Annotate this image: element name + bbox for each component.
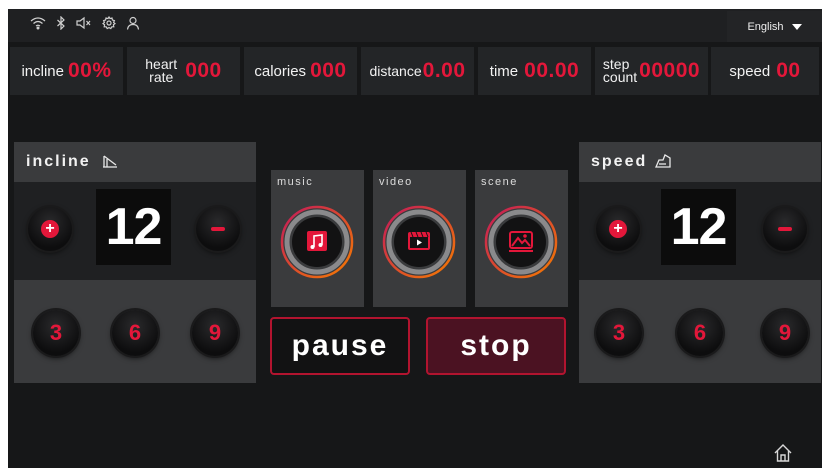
stat-label: heart rate bbox=[145, 56, 178, 85]
stat-distance: distance 0.00 bbox=[361, 47, 474, 95]
speed-value-display: 12 bbox=[661, 189, 736, 265]
speed-preset-button[interactable]: 3 bbox=[596, 310, 642, 356]
stat-incline: incline 00% bbox=[10, 47, 123, 95]
stat-label: incline bbox=[21, 62, 64, 80]
top-bar: English bbox=[8, 9, 822, 42]
stop-button[interactable]: stop bbox=[426, 317, 566, 375]
music-tile[interactable]: music bbox=[271, 170, 364, 307]
incline-increase-button[interactable]: + bbox=[28, 207, 72, 251]
home-icon[interactable] bbox=[773, 443, 793, 468]
minus-icon bbox=[211, 227, 225, 231]
scene-mountain-icon bbox=[484, 205, 558, 279]
stat-label: speed bbox=[729, 62, 771, 80]
speed-preset-button[interactable]: 9 bbox=[762, 310, 808, 356]
minus-icon bbox=[778, 227, 792, 231]
stat-step-count: step count 00000 bbox=[595, 47, 708, 95]
language-label: English bbox=[747, 20, 784, 33]
language-selector[interactable]: English bbox=[727, 11, 822, 42]
bluetooth-icon[interactable] bbox=[56, 16, 66, 30]
speed-panel-title: speed bbox=[591, 153, 648, 170]
stat-value: 00.00 bbox=[524, 59, 580, 82]
stat-label: step count bbox=[602, 56, 638, 85]
stat-value: 00000 bbox=[639, 59, 701, 82]
caret-down-icon bbox=[791, 23, 802, 30]
stat-heart-rate: heart rate 000 bbox=[127, 47, 240, 95]
plus-icon: + bbox=[41, 220, 59, 238]
incline-preset-button[interactable]: 9 bbox=[192, 310, 238, 356]
user-icon[interactable] bbox=[126, 16, 140, 30]
stat-label: distance bbox=[369, 63, 422, 79]
incline-icon bbox=[103, 155, 117, 168]
scene-tile-label: scene bbox=[481, 176, 518, 188]
video-icon bbox=[382, 205, 456, 279]
speed-panel-header: speed bbox=[579, 142, 821, 182]
speed-decrease-button[interactable] bbox=[763, 207, 807, 251]
music-note-icon bbox=[280, 205, 354, 279]
treadmill-console: English incline 00% heart rate 000 calori… bbox=[8, 9, 822, 468]
stat-label: time bbox=[489, 62, 519, 80]
video-tile[interactable]: video bbox=[373, 170, 466, 307]
incline-preset-button[interactable]: 6 bbox=[112, 310, 158, 356]
scene-tile[interactable]: scene bbox=[475, 170, 568, 307]
stat-label: calories bbox=[254, 62, 307, 80]
mute-icon[interactable] bbox=[76, 16, 92, 30]
wifi-icon[interactable] bbox=[30, 16, 46, 30]
stat-calories: calories 000 bbox=[244, 47, 357, 95]
incline-preset-button[interactable]: 3 bbox=[33, 310, 79, 356]
incline-panel-title: incline bbox=[26, 153, 91, 170]
incline-value-display: 12 bbox=[96, 189, 171, 265]
pause-button[interactable]: pause bbox=[270, 317, 410, 375]
speed-increase-button[interactable]: + bbox=[596, 207, 640, 251]
stat-time: time 00.00 bbox=[478, 47, 591, 95]
incline-decrease-button[interactable] bbox=[196, 207, 240, 251]
incline-panel-header: incline bbox=[14, 142, 256, 182]
video-tile-label: video bbox=[379, 176, 413, 188]
stat-value: 00 bbox=[776, 59, 801, 82]
stat-speed: speed 00 bbox=[711, 47, 819, 95]
stat-value: 000 bbox=[185, 59, 222, 82]
stat-value: 000 bbox=[310, 59, 347, 82]
stat-value: 0.00 bbox=[422, 59, 466, 82]
speed-preset-button[interactable]: 6 bbox=[677, 310, 723, 356]
system-status-icons bbox=[30, 16, 140, 30]
settings-icon[interactable] bbox=[102, 16, 116, 30]
speed-icon bbox=[655, 154, 671, 168]
music-tile-label: music bbox=[277, 176, 314, 188]
stat-value: 00% bbox=[68, 59, 112, 82]
plus-icon: + bbox=[609, 220, 627, 238]
